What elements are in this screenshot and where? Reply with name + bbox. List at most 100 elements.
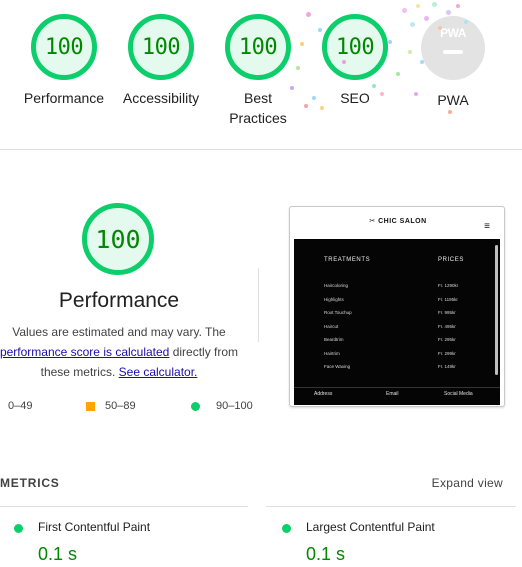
confetti-dot — [424, 16, 429, 21]
metric-divider — [0, 506, 248, 507]
price-item: Fr. 1195kr — [438, 297, 458, 302]
category-gauges: 100 Performance 100 Accessibility 100 Be… — [0, 0, 522, 150]
score-calculation-link[interactable]: performance score is calculated — [0, 345, 169, 359]
confetti-dot — [402, 8, 407, 13]
salon-footer: Address Email Social Media — [294, 387, 500, 405]
see-calculator-link[interactable]: See calculator. — [119, 365, 198, 379]
confetti-dot — [446, 10, 451, 15]
gauge-label-line: Practices — [229, 110, 287, 126]
legend-fail: 0–49 — [8, 400, 32, 412]
performance-title: Performance — [58, 289, 180, 312]
gauge-label: Accessibility — [122, 90, 200, 106]
legend-range-label: 50–89 — [105, 400, 136, 412]
score-ring: 100 — [31, 14, 97, 80]
metric-name: First Contentful Paint — [38, 520, 151, 534]
confetti-dot — [396, 72, 400, 76]
gauge-label: Best Practices — [209, 88, 307, 128]
performance-description: Values are estimated and may vary. The p… — [0, 322, 258, 382]
confetti-dot — [416, 4, 420, 8]
pwa-badge-icon: PWA — [421, 16, 485, 80]
confetti-dot — [388, 40, 392, 44]
score-value: 100 — [44, 34, 84, 60]
score-value: 100 — [238, 34, 278, 60]
confetti-dot — [372, 84, 376, 88]
description-line: Values are estimated and may vary. The — [12, 325, 226, 339]
gauge-pwa[interactable]: PWA PWA — [404, 14, 502, 110]
gauge-best-practices[interactable]: 100 Best Practices — [209, 14, 307, 128]
confetti-dot — [380, 92, 384, 96]
price-item: Fr. 149kr — [438, 364, 456, 369]
confetti-dot — [304, 104, 308, 108]
pwa-badge-text: PWA — [440, 26, 466, 40]
footer-social-media: Social Media — [444, 391, 473, 397]
treatments-header: TREATMENTS — [324, 257, 371, 263]
metric-value: 0.1 s — [306, 544, 346, 564]
score-value: 100 — [335, 34, 375, 60]
gauge-label: Performance — [23, 90, 105, 106]
confetti-dot — [464, 20, 468, 24]
score-ring: 100 — [322, 14, 388, 80]
confetti-dot — [306, 12, 311, 17]
price-item: Fr. 1290kr — [438, 283, 459, 288]
price-item: Fr. 299kr — [438, 351, 456, 356]
confetti-dot — [408, 50, 412, 54]
score-ring: 100 — [128, 14, 194, 80]
confetti-dot — [300, 42, 304, 46]
confetti-dot — [296, 66, 300, 70]
gauge-label: PWA — [437, 92, 469, 108]
salon-price-list: TREATMENTS PRICES Haircoloring Highlight… — [294, 239, 500, 405]
description-line-3: these metrics. See calculator. — [0, 362, 258, 382]
thumbnail-scrollbar — [495, 245, 498, 375]
legend-pass: 90–100 — [191, 400, 253, 412]
description-line-2: performance score is calculated directly… — [0, 342, 258, 362]
confetti-dot — [414, 92, 418, 96]
confetti-dot — [448, 110, 452, 114]
confetti-dot — [432, 2, 437, 7]
confetti-dot — [290, 86, 294, 90]
confetti-dot — [438, 26, 442, 30]
page-screenshot-thumbnail[interactable]: ✂ CHIC SALON ≡ TREATMENTS PRICES Haircol… — [289, 206, 505, 407]
treatment-item: Face Waxing — [324, 364, 351, 369]
price-item: Fr. 295kr — [438, 337, 456, 342]
score-value: 100 — [141, 34, 181, 60]
hamburger-menu-icon: ≡ — [484, 221, 490, 232]
confetti-dot — [420, 60, 424, 64]
footer-address: Address — [314, 391, 333, 397]
legend-average: 50–89 — [86, 400, 136, 412]
gauge-label-line: Best — [243, 90, 272, 106]
pass-circle-icon — [282, 524, 291, 533]
metrics-heading: METRICS — [0, 476, 60, 490]
price-item: Fr. 995kr — [438, 310, 456, 315]
description-text: directly from — [169, 345, 239, 359]
square-icon — [86, 401, 95, 411]
legend-range-label: 90–100 — [216, 400, 253, 412]
performance-score-value: 100 — [95, 224, 141, 254]
gauge-accessibility[interactable]: 100 Accessibility — [112, 14, 210, 108]
salon-logo: ✂ CHIC SALON — [369, 218, 427, 225]
expand-view-button[interactable]: Expand view — [432, 476, 503, 490]
circle-icon — [191, 401, 200, 411]
prices-header: PRICES — [438, 257, 464, 263]
gauge-label: SEO — [340, 90, 370, 106]
confetti-dot — [318, 28, 322, 32]
treatment-item: Haircoloring — [324, 283, 349, 288]
score-ring: 100 — [225, 14, 291, 80]
treatment-item: Hairtrim — [324, 351, 340, 356]
gauge-performance[interactable]: 100 Performance — [15, 14, 113, 108]
confetti-dot — [410, 22, 415, 27]
footer-email: Email — [386, 391, 399, 397]
performance-score-gauge: 100 — [82, 203, 154, 275]
metric-name: Largest Contentful Paint — [306, 520, 435, 534]
pass-circle-icon — [14, 524, 23, 533]
metric-value: 0.1 s — [38, 544, 78, 564]
metric-divider — [266, 506, 516, 507]
confetti-dot — [342, 60, 346, 64]
vertical-divider — [258, 268, 259, 342]
treatment-item: Beardtrim — [324, 337, 344, 342]
legend-range-label: 0–49 — [8, 400, 33, 412]
description-text: these metrics. — [40, 365, 116, 379]
pwa-dash-icon — [443, 50, 463, 54]
price-item: Fr. 495kr — [438, 324, 456, 329]
confetti-dot — [312, 96, 316, 100]
treatment-item: Haircut — [324, 324, 339, 329]
